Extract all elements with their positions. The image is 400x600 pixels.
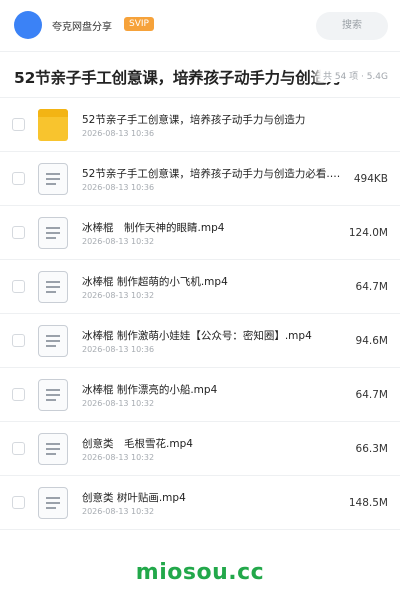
file-name: 冰棒棍 制作漂亮的小船.mp4 xyxy=(82,384,218,396)
document-icon xyxy=(38,217,68,249)
file-size: 94.6M xyxy=(355,335,388,347)
top-bar: 夸克网盘分享 SVIP 搜索 xyxy=(0,0,400,52)
list-item[interactable]: 冰棒棍 制作天神的眼睛.mp4 2026-08-13 10:32 124.0M xyxy=(0,206,400,260)
search-button[interactable]: 搜索 xyxy=(316,12,388,40)
file-date: 2026-08-13 10:32 xyxy=(82,399,155,408)
file-size: 124.0M xyxy=(348,227,388,239)
file-size: 148.5M xyxy=(348,497,388,509)
select-checkbox[interactable] xyxy=(12,280,25,293)
folder-icon xyxy=(38,109,68,141)
document-icon xyxy=(38,163,68,195)
file-name: 创意类 毛根雪花.mp4 xyxy=(82,438,193,450)
app-title: 夸克网盘分享 xyxy=(52,22,112,33)
select-checkbox[interactable] xyxy=(12,226,25,239)
select-checkbox[interactable] xyxy=(12,334,25,347)
document-icon xyxy=(38,325,68,357)
select-checkbox[interactable] xyxy=(12,172,25,185)
file-name: 冰棒棍 制作激萌小娃娃【公众号：密知圈】.mp4 xyxy=(82,330,312,342)
file-name: 冰棒棍 制作天神的眼睛.mp4 xyxy=(82,222,225,234)
file-size: 494KB xyxy=(353,173,388,185)
select-checkbox[interactable] xyxy=(12,442,25,455)
file-size: 64.7M xyxy=(355,281,388,293)
file-name: 52节亲子手工创意课，培养孩子动手力与创造力必看.… xyxy=(82,168,341,180)
file-list: 52节亲子手工创意课，培养孩子动手力与创造力 2026-08-13 10:36 … xyxy=(0,98,400,530)
document-icon xyxy=(38,487,68,519)
list-item[interactable]: 冰棒棍 制作激萌小娃娃【公众号：密知圈】.mp4 2026-08-13 10:3… xyxy=(0,314,400,368)
select-checkbox[interactable] xyxy=(12,388,25,401)
file-date: 2026-08-13 10:36 xyxy=(82,129,155,138)
file-name: 冰棒棍 制作超萌的小飞机.mp4 xyxy=(82,276,228,288)
document-icon xyxy=(38,271,68,303)
file-size: 64.7M xyxy=(355,389,388,401)
file-date: 2026-08-13 10:36 xyxy=(82,345,155,354)
file-name: 52节亲子手工创意课，培养孩子动手力与创造力 xyxy=(82,114,306,126)
file-date: 2026-08-13 10:36 xyxy=(82,183,155,192)
page-title: 52节亲子手工创意课，培养孩子动手力与创造力 xyxy=(14,69,342,87)
document-icon xyxy=(38,379,68,411)
list-item[interactable]: 冰棒棍 制作超萌的小飞机.mp4 2026-08-13 10:32 64.7M xyxy=(0,260,400,314)
file-name: 创意类 树叶贴画.mp4 xyxy=(82,492,186,504)
share-title-row: 52节亲子手工创意课，培养孩子动手力与创造力 共 54 项 · 5.4G xyxy=(0,52,400,98)
file-date: 2026-08-13 10:32 xyxy=(82,453,155,462)
file-date: 2026-08-13 10:32 xyxy=(82,291,155,300)
file-date: 2026-08-13 10:32 xyxy=(82,237,155,246)
share-meta: 共 54 项 · 5.4G xyxy=(310,69,388,82)
list-item[interactable]: 创意类 树叶贴画.mp4 2026-08-13 10:32 148.5M xyxy=(0,476,400,530)
file-date: 2026-08-13 10:32 xyxy=(82,507,155,516)
svip-badge: SVIP xyxy=(124,17,154,31)
document-icon xyxy=(38,433,68,465)
list-item[interactable]: 52节亲子手工创意课，培养孩子动手力与创造力必看.… 2026-08-13 10… xyxy=(0,152,400,206)
list-item[interactable]: 冰棒棍 制作漂亮的小船.mp4 2026-08-13 10:32 64.7M xyxy=(0,368,400,422)
select-checkbox[interactable] xyxy=(12,496,25,509)
list-item[interactable]: 创意类 毛根雪花.mp4 2026-08-13 10:32 66.3M xyxy=(0,422,400,476)
avatar[interactable] xyxy=(14,11,42,39)
select-checkbox[interactable] xyxy=(12,118,25,131)
watermark: miosou.cc xyxy=(135,560,265,585)
file-size: 66.3M xyxy=(355,443,388,455)
list-item[interactable]: 52节亲子手工创意课，培养孩子动手力与创造力 2026-08-13 10:36 xyxy=(0,98,400,152)
